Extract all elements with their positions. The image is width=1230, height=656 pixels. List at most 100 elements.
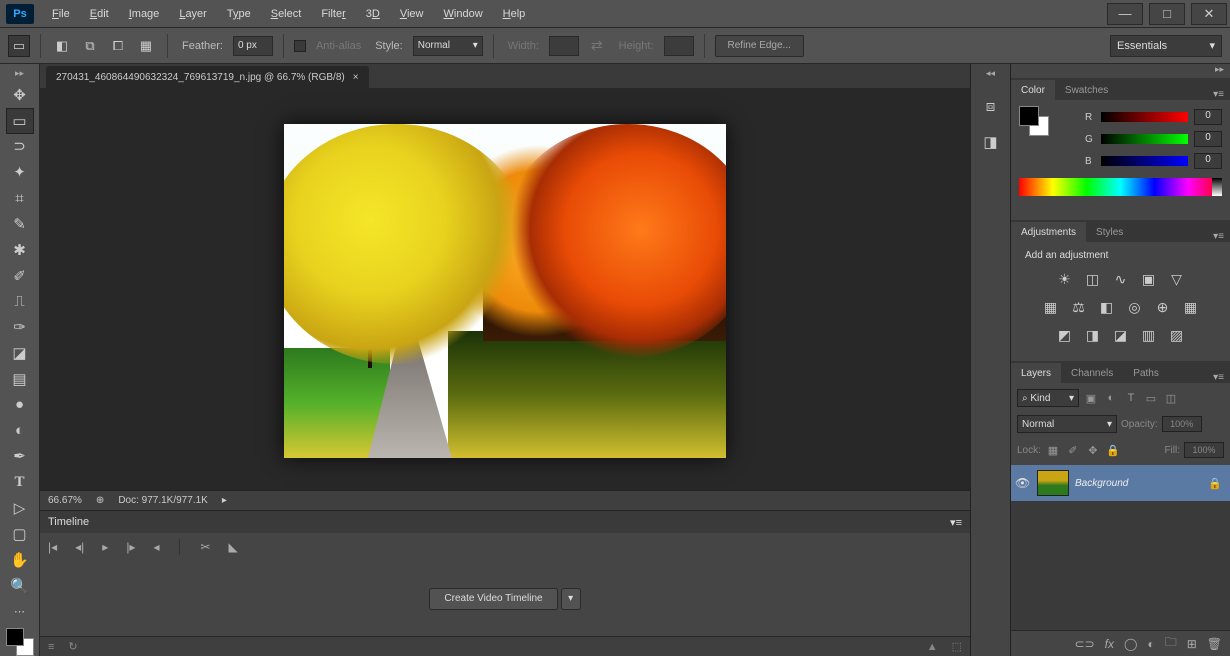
layer-lock-icon[interactable]: 🔒 [1208, 477, 1226, 490]
swap-wh-icon[interactable]: ⇄ [591, 37, 603, 54]
b-value[interactable]: 0 [1194, 153, 1222, 169]
menu-3d[interactable]: 3D [356, 3, 390, 25]
selection-add-icon[interactable]: ⧉ [79, 35, 101, 57]
new-adjustment-layer-icon[interactable]: ◐ [1147, 637, 1154, 651]
paths-tab[interactable]: Paths [1123, 363, 1169, 383]
lock-transparency-icon[interactable]: ▦ [1045, 442, 1061, 458]
zoom-tool[interactable]: 🔍 [6, 573, 34, 599]
color-tab[interactable]: Color [1011, 80, 1055, 100]
hue-saturation-icon[interactable]: ▦ [1041, 297, 1061, 317]
menu-image[interactable]: Image [119, 3, 170, 25]
workspace-dropdown[interactable]: Essentials▾ [1110, 35, 1222, 57]
layers-tab[interactable]: Layers [1011, 363, 1061, 383]
selective-color-icon[interactable]: ▨ [1167, 325, 1187, 345]
history-brush-tool[interactable]: ✑ [6, 314, 34, 340]
color-panel-swatch[interactable] [1019, 106, 1049, 136]
adjustments-tab[interactable]: Adjustments [1011, 222, 1086, 242]
swatches-tab[interactable]: Swatches [1055, 80, 1118, 100]
timeline-cut-icon[interactable]: ✂ [200, 540, 210, 554]
hand-tool[interactable]: ✋ [6, 547, 34, 573]
vibrance-icon[interactable]: ▽ [1167, 269, 1187, 289]
path-selection-tool[interactable]: ▷ [6, 495, 34, 521]
doc-info-menu-icon[interactable]: ▸ [222, 495, 227, 506]
marquee-tool[interactable]: ▭ [6, 108, 34, 134]
menu-layer[interactable]: Layer [169, 3, 217, 25]
layer-filter-kind-dropdown[interactable]: ⌕ Kind▾ [1017, 389, 1079, 407]
channels-tab[interactable]: Channels [1061, 363, 1123, 383]
selection-intersect-icon[interactable]: ▦ [135, 35, 157, 57]
menu-type[interactable]: Type [217, 3, 261, 25]
style-dropdown[interactable]: Normal▾ [413, 36, 483, 56]
brightness-contrast-icon[interactable]: ☀ [1055, 269, 1075, 289]
lasso-tool[interactable]: ⊃ [6, 134, 34, 160]
timeline-prev-frame-icon[interactable]: ◂| [75, 540, 84, 554]
feather-input[interactable]: 0 px [233, 36, 273, 56]
color-spectrum[interactable] [1019, 178, 1222, 196]
black-white-icon[interactable]: ◧ [1097, 297, 1117, 317]
link-layers-icon[interactable]: ⊂⊃ [1075, 637, 1095, 651]
menu-filter[interactable]: Filter [311, 3, 355, 25]
panels-expand-icon[interactable]: ▸▸ [1011, 64, 1230, 78]
filter-type-icon[interactable]: T [1123, 390, 1139, 406]
canvas[interactable] [284, 124, 726, 458]
pen-tool[interactable]: ✒ [6, 444, 34, 470]
g-value[interactable]: 0 [1194, 131, 1222, 147]
b-slider[interactable] [1101, 156, 1188, 166]
blend-mode-dropdown[interactable]: Normal▾ [1017, 415, 1117, 433]
filter-smart-icon[interactable]: ◫ [1163, 390, 1179, 406]
color-balance-icon[interactable]: ⚖ [1069, 297, 1089, 317]
zoom-level[interactable]: 66.67% [48, 495, 82, 506]
menu-edit[interactable]: Edit [80, 3, 119, 25]
layer-visibility-icon[interactable]: 👁 [1015, 476, 1031, 490]
exposure-icon[interactable]: ▣ [1139, 269, 1159, 289]
layer-name[interactable]: Background [1075, 478, 1202, 489]
selection-subtract-icon[interactable]: ⧠ [107, 35, 129, 57]
color-swatch[interactable] [6, 628, 34, 656]
layer-style-icon[interactable]: fx [1105, 637, 1114, 651]
blur-tool[interactable]: ● [6, 392, 34, 418]
adjustments-panel-menu-icon[interactable]: ▾≡ [1207, 231, 1230, 242]
layer-mask-icon[interactable]: ◯ [1124, 637, 1137, 651]
move-tool[interactable]: ✥ [6, 82, 34, 108]
menu-window[interactable]: Window [434, 3, 493, 25]
antialias-checkbox[interactable] [294, 40, 306, 52]
tools-expand-icon[interactable]: ▸▸ [15, 68, 24, 82]
lock-pixels-icon[interactable]: ✐ [1065, 442, 1081, 458]
menu-file[interactable]: File [42, 3, 80, 25]
crop-tool[interactable]: ⌗ [6, 185, 34, 211]
lock-position-icon[interactable]: ✥ [1085, 442, 1101, 458]
r-value[interactable]: 0 [1194, 109, 1222, 125]
layers-panel-menu-icon[interactable]: ▾≡ [1207, 372, 1230, 383]
timeline-transition-icon[interactable]: ◣ [229, 540, 238, 554]
dock-expand-icon[interactable]: ◂◂ [986, 68, 995, 82]
eraser-tool[interactable]: ◪ [6, 340, 34, 366]
threshold-icon[interactable]: ◪ [1111, 325, 1131, 345]
history-panel-icon[interactable]: ⧈ [977, 94, 1005, 118]
foreground-color-swatch[interactable] [6, 628, 24, 646]
opacity-value[interactable]: 100% [1162, 416, 1202, 432]
posterize-icon[interactable]: ◨ [1083, 325, 1103, 345]
close-tab-icon[interactable]: × [353, 72, 359, 83]
menu-select[interactable]: Select [261, 3, 312, 25]
new-group-icon[interactable]: 🗀 [1165, 633, 1177, 654]
color-lookup-icon[interactable]: ▦ [1181, 297, 1201, 317]
timeline-first-frame-icon[interactable]: |◂ [48, 540, 57, 554]
timeline-next-frame-icon[interactable]: |▸ [126, 540, 135, 554]
timeline-loop-icon[interactable]: ↻ [68, 640, 77, 653]
gradient-map-icon[interactable]: ▥ [1139, 325, 1159, 345]
shape-tool[interactable]: ▢ [6, 521, 34, 547]
eyedropper-tool[interactable]: ✎ [6, 211, 34, 237]
menu-help[interactable]: Help [493, 3, 536, 25]
healing-brush-tool[interactable]: ✱ [6, 237, 34, 263]
status-expand-icon[interactable]: ⊕ [96, 495, 104, 506]
curves-icon[interactable]: ∿ [1111, 269, 1131, 289]
clone-stamp-tool[interactable]: ⎍ [6, 289, 34, 315]
maximize-button[interactable]: □ [1149, 3, 1185, 25]
invert-icon[interactable]: ◩ [1055, 325, 1075, 345]
r-slider[interactable] [1101, 112, 1188, 122]
edit-toolbar-icon[interactable]: ⋯ [6, 598, 34, 624]
minimize-button[interactable]: — [1107, 3, 1143, 25]
new-layer-icon[interactable]: ⊞ [1187, 637, 1197, 651]
properties-panel-icon[interactable]: ◨ [977, 130, 1005, 154]
height-input[interactable] [664, 36, 694, 56]
